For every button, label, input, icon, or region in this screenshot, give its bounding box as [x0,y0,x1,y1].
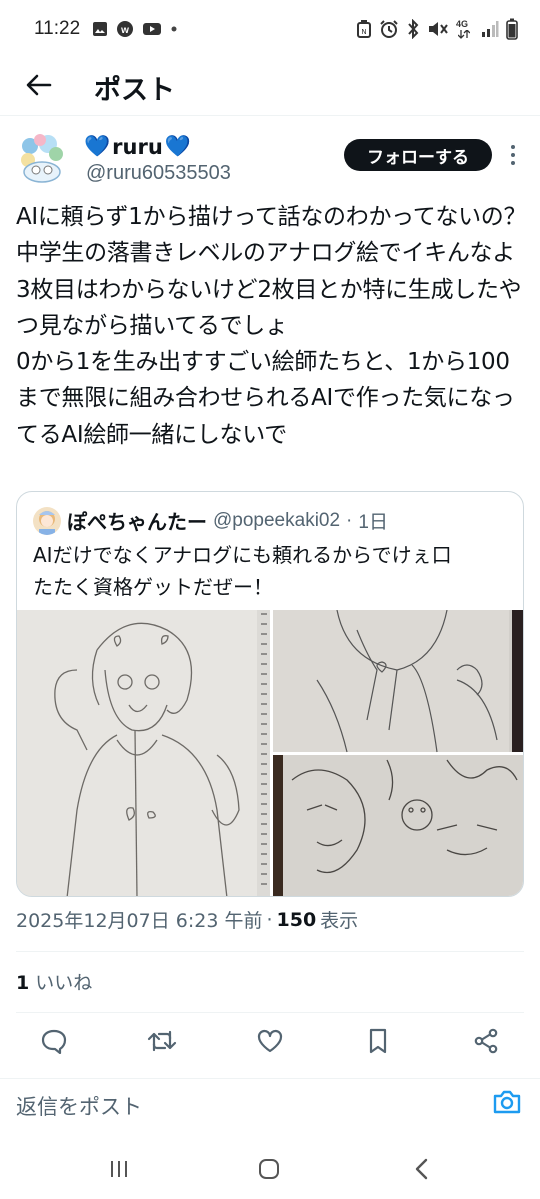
quote-separator: · [346,509,353,531]
system-nav-bar [0,1136,540,1199]
network-type: 4G [456,19,474,39]
image-icon [93,22,107,36]
data-arrows-icon [458,30,470,39]
back-button[interactable] [22,68,56,102]
reply-composer: 返信をポスト [0,1078,540,1130]
recent-apps-button[interactable] [104,1156,134,1182]
mute-icon [429,22,448,36]
media-image-2[interactable] [273,610,524,753]
arrow-left-icon [26,74,52,96]
back-icon [415,1158,428,1180]
top-header: ポスト [0,58,540,116]
divider [16,1012,524,1013]
alarm-icon [380,20,398,38]
divider [16,951,524,952]
page-title: ポスト [94,75,175,106]
svg-text:N: N [361,28,366,36]
avatar-image [18,132,66,186]
quote-text: AIだけでなくアナログにも頼れるからでけぇ口 たたく資格ゲットだぜー！ [33,543,452,599]
camera-icon [493,1090,521,1114]
like-button[interactable] [254,1026,286,1056]
status-time: 11:22 [34,18,81,39]
signal-icon [482,21,499,37]
action-bar [0,1018,540,1064]
home-button[interactable] [254,1156,284,1182]
media-image-3[interactable] [273,755,524,897]
blue-heart-icon: 💙 [164,134,191,158]
share-icon [474,1028,498,1054]
post-meta: 2025年12月07日 6:23 午前 · 150 表示 [16,906,358,933]
reply-button[interactable] [38,1026,70,1056]
quote-author-avatar [33,506,61,535]
follow-button[interactable]: フォローする [344,139,492,171]
bluetooth-icon [408,19,419,39]
author-name[interactable]: 💙 ruru 💙 [84,134,191,159]
dot-icon [171,26,177,32]
reply-input[interactable]: 返信をポスト [16,1091,142,1121]
battery-icon [506,18,518,40]
likes-summary[interactable]: 1 いいね [16,968,92,995]
camera-button[interactable] [492,1089,526,1119]
quote-author-handle: @popeekaki02 [213,509,341,531]
reply-icon [41,1029,67,1054]
home-icon [259,1159,279,1179]
media-image-1[interactable] [17,610,270,897]
more-options-icon[interactable] [502,142,524,168]
meta-separator: · [266,908,273,931]
likes-label: いいね [35,972,93,994]
likes-count: 1 [16,972,30,994]
bookmark-icon [369,1028,387,1054]
blue-heart-icon: 💙 [84,134,111,158]
views-label: 表示 [320,910,359,932]
nfc-icon: N [357,20,371,38]
quote-age: 1日 [358,512,388,533]
webtoon-icon: w [117,21,133,37]
author-handle[interactable]: @ruru60535503 [86,162,231,185]
tweet-text: AIに頼らず1から描けって話なのわかってないの？中学生の落書きレベルのアナログ絵… [16,204,527,448]
repost-button[interactable] [146,1026,178,1056]
svg-text:w: w [120,25,129,36]
tweet-author: 💙 ruru 💙 @ruru60535503 フォローする [0,124,540,194]
system-back-button[interactable] [406,1156,436,1182]
quoted-post[interactable]: ぽぺちゃんたー @popeekaki02 · 1日 AIだけでなくアナログにも頼… [16,491,524,897]
quote-media-grid [17,610,524,897]
status-bar: 11:22 w N 4G [0,0,540,58]
recent-apps-icon [111,1161,127,1177]
youtube-icon [143,23,161,35]
quote-author-name: ぽぺちゃんたー [67,510,207,534]
bookmark-button[interactable] [362,1026,394,1056]
author-avatar[interactable] [18,132,66,186]
views-count: 150 [276,908,317,931]
share-button[interactable] [470,1026,502,1056]
retweet-icon [147,1030,177,1052]
post-timestamp[interactable]: 2025年12月07日 6:23 午前 [16,906,262,933]
like-icon [257,1029,283,1053]
